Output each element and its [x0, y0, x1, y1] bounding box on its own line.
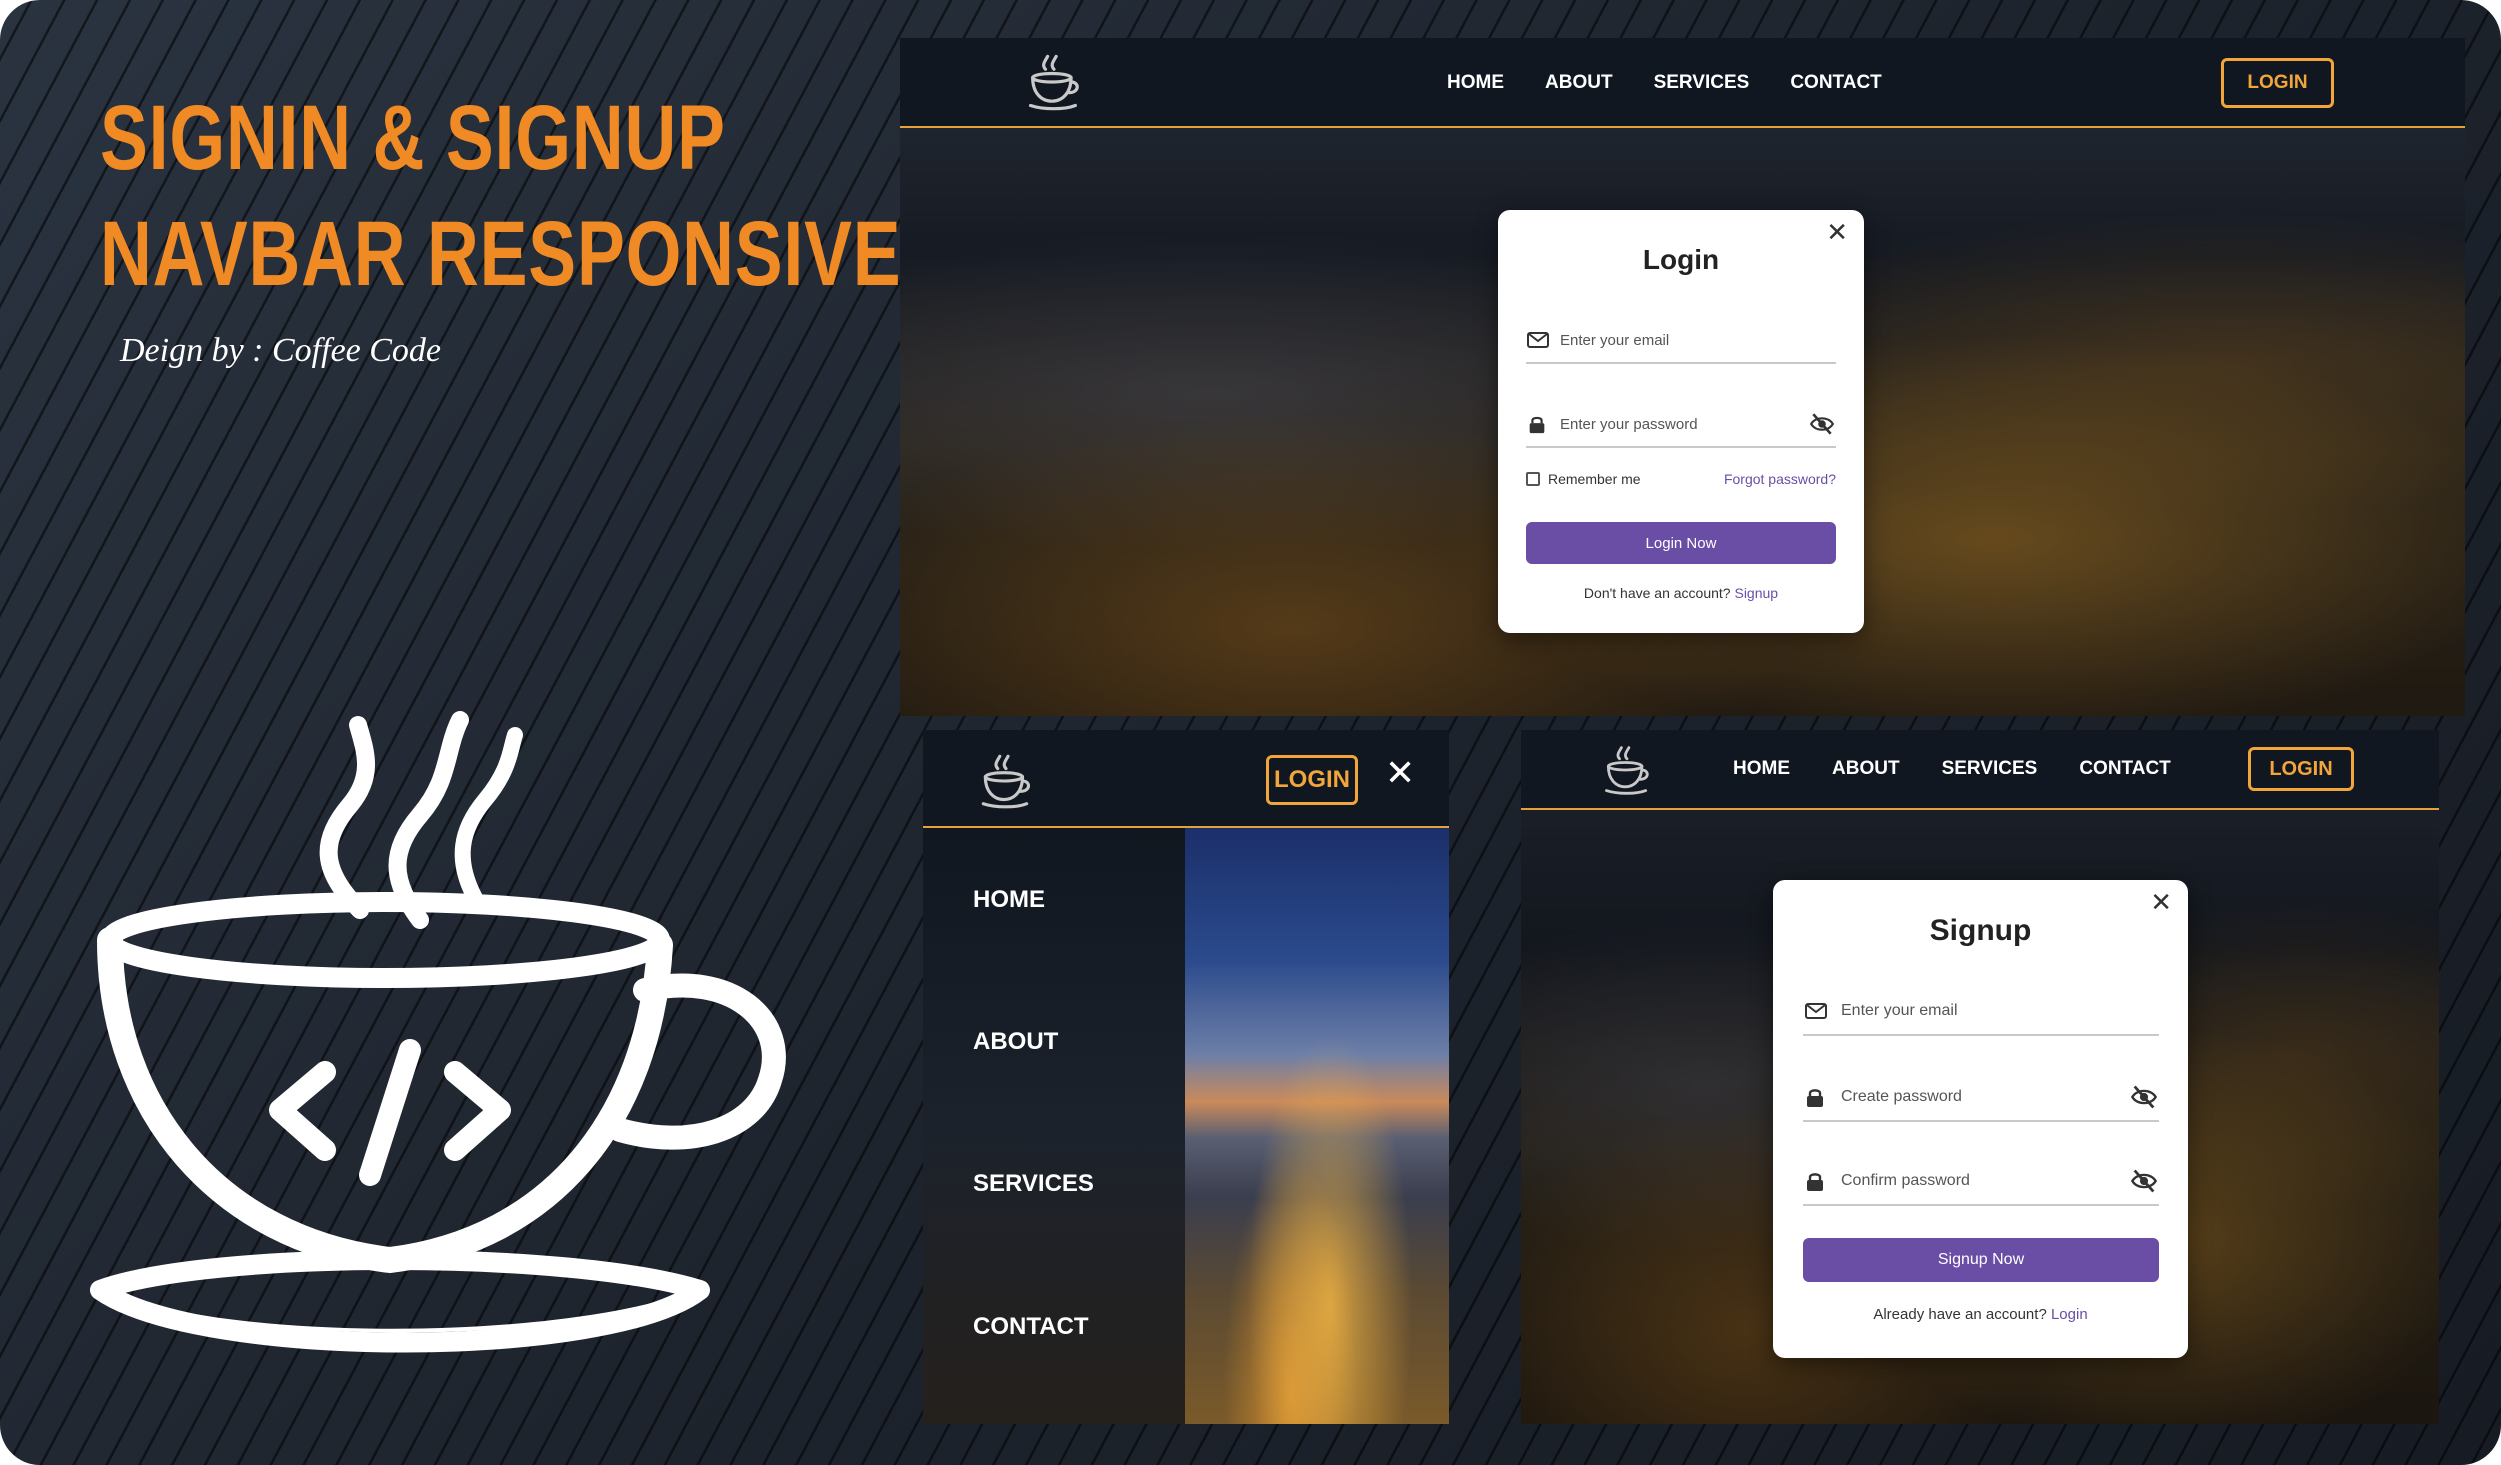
- lock-icon: [1529, 416, 1545, 434]
- eye-off-icon[interactable]: [2129, 1083, 2159, 1111]
- switch-line: Don't have an account? Signup: [1498, 585, 1864, 601]
- email-field: [1526, 318, 1836, 364]
- nav-link-home[interactable]: HOME: [1733, 758, 1790, 780]
- coffee-code-logo-icon[interactable]: [1599, 742, 1655, 798]
- promo-byline: Deign by : Coffee Code: [120, 332, 442, 369]
- coffee-code-logo-icon[interactable]: [975, 750, 1037, 812]
- nav-link-contact[interactable]: CONTACT: [2079, 758, 2170, 780]
- coffee-code-logo-icon: [90, 711, 786, 1353]
- switch-line: Already have an account? Login: [1773, 1306, 2188, 1323]
- login-button[interactable]: LOGIN: [2248, 747, 2354, 791]
- email-input[interactable]: [1841, 1002, 2159, 1020]
- nav-links: HOME ABOUT SERVICES CONTACT: [1447, 72, 1882, 94]
- envelope-icon: [1527, 332, 1549, 348]
- remember-me[interactable]: Remember me: [1526, 471, 1641, 487]
- coffee-code-logo-icon[interactable]: [1022, 50, 1086, 114]
- mobile-menu: HOME ABOUT SERVICES CONTACT: [923, 828, 1185, 1424]
- forgot-password-link[interactable]: Forgot password?: [1724, 471, 1836, 487]
- nav-link-contact[interactable]: CONTACT: [1790, 72, 1881, 94]
- signup-link[interactable]: Signup: [1734, 585, 1778, 601]
- login-now-button[interactable]: Login Now: [1526, 522, 1836, 564]
- lock-icon: [1807, 1173, 1823, 1191]
- menu-item-about[interactable]: ABOUT: [973, 1028, 1058, 1056]
- switch-text: Already have an account?: [1873, 1306, 2047, 1323]
- night-photo: [1185, 828, 1449, 1424]
- desktop-login-panel: HOME ABOUT SERVICES CONTACT LOGIN ✕ Logi…: [900, 38, 2465, 716]
- eye-off-icon[interactable]: [1808, 411, 1836, 437]
- nav-link-about[interactable]: ABOUT: [1832, 758, 1900, 780]
- confirm-password-input[interactable]: [1841, 1172, 2129, 1190]
- login-link[interactable]: Login: [2051, 1306, 2088, 1323]
- promo-title-line1: SIGNIN & SIGNUP: [100, 87, 726, 189]
- create-password-field: [1803, 1074, 2159, 1122]
- eye-off-icon[interactable]: [2129, 1167, 2159, 1195]
- email-input[interactable]: [1560, 331, 1836, 349]
- nav-link-services[interactable]: SERVICES: [1942, 758, 2038, 780]
- password-input[interactable]: [1560, 415, 1808, 433]
- lock-icon: [1807, 1089, 1823, 1107]
- menu-item-services[interactable]: SERVICES: [973, 1170, 1094, 1198]
- signup-now-button[interactable]: Signup Now: [1803, 1238, 2159, 1282]
- navbar: HOME ABOUT SERVICES CONTACT LOGIN: [1521, 730, 2439, 810]
- modal-title: Login: [1642, 244, 1720, 275]
- desktop-signup-panel: HOME ABOUT SERVICES CONTACT LOGIN ✕ Sign…: [1521, 730, 2439, 1424]
- login-button[interactable]: LOGIN: [1266, 755, 1358, 805]
- nav-links: HOME ABOUT SERVICES CONTACT: [1733, 758, 2171, 780]
- envelope-icon: [1805, 1003, 1827, 1019]
- menu-item-home[interactable]: HOME: [973, 886, 1045, 914]
- remember-label: Remember me: [1548, 471, 1641, 487]
- modal-title: Signup: [1929, 914, 2032, 947]
- login-button[interactable]: LOGIN: [2221, 58, 2334, 108]
- showcase-canvas: SIGNIN & SIGNUP NAVBAR RESPONSIVE Deign …: [0, 0, 2501, 1465]
- close-icon[interactable]: ✕: [1826, 220, 1848, 246]
- switch-text: Don't have an account?: [1583, 585, 1731, 601]
- confirm-password-field: [1803, 1158, 2159, 1206]
- close-icon[interactable]: ✕: [2150, 890, 2172, 916]
- nav-link-services[interactable]: SERVICES: [1654, 72, 1750, 94]
- remember-row: Remember me Forgot password?: [1526, 468, 1836, 490]
- checkbox[interactable]: [1526, 472, 1540, 486]
- signup-modal: ✕ Signup Enter your email Signup Now Alr…: [1773, 880, 2188, 1358]
- close-icon[interactable]: ✕: [1385, 756, 1415, 792]
- navbar: HOME ABOUT SERVICES CONTACT LOGIN: [900, 38, 2465, 128]
- mobile-menu-panel: LOGIN ✕ HOME ABOUT SERVICES CONTACT: [923, 730, 1449, 1424]
- password-field: [1526, 402, 1836, 448]
- nav-link-home[interactable]: HOME: [1447, 72, 1504, 94]
- login-modal: ✕ Login Enter your email Remember me For…: [1498, 210, 1864, 633]
- mobile-navbar: LOGIN ✕: [923, 730, 1449, 828]
- create-password-input[interactable]: [1841, 1088, 2129, 1106]
- email-field: [1803, 988, 2159, 1036]
- menu-item-contact[interactable]: CONTACT: [973, 1313, 1089, 1341]
- promo-title-line2: NAVBAR RESPONSIVE: [100, 203, 902, 305]
- nav-link-about[interactable]: ABOUT: [1545, 72, 1613, 94]
